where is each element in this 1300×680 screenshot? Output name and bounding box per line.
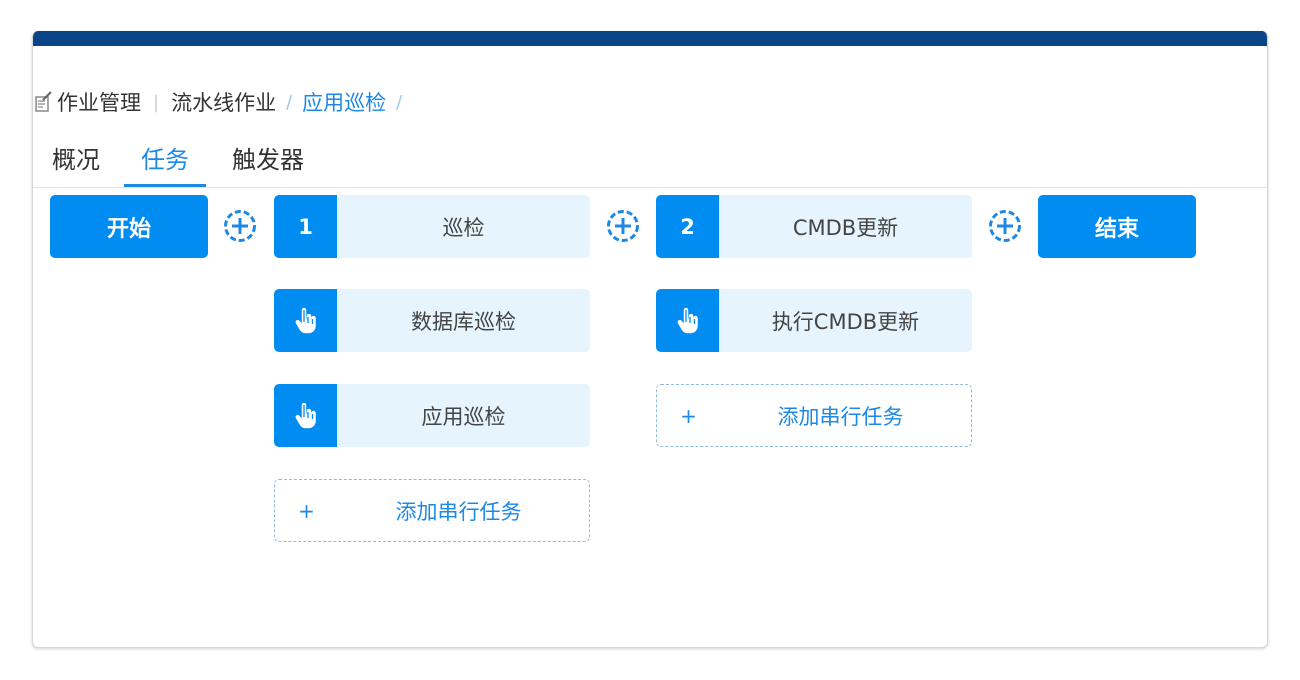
breadcrumb-item-job-management[interactable]: 作业管理 xyxy=(57,87,141,117)
add-stage-plus-icon[interactable] xyxy=(606,209,640,243)
hand-pointer-icon xyxy=(274,384,337,447)
stage-1-header[interactable]: 1 巡检 xyxy=(274,195,590,258)
start-node: 开始 xyxy=(50,195,208,258)
panel-top-bar xyxy=(33,31,1267,46)
task-item[interactable]: 执行CMDB更新 xyxy=(656,289,972,352)
tab-bar: 概况 任务 触发器 xyxy=(33,131,1267,188)
tab-triggers[interactable]: 触发器 xyxy=(229,143,307,187)
plus-icon: + xyxy=(680,403,697,428)
breadcrumb: 作业管理 | 流水线作业 / 应用巡检 / xyxy=(33,89,412,115)
stage-1-name: 巡检 xyxy=(442,215,485,240)
breadcrumb-slash: / xyxy=(286,91,293,113)
hand-pointer-icon xyxy=(656,289,719,352)
breadcrumb-item-pipeline-jobs[interactable]: 流水线作业 xyxy=(171,87,276,117)
add-serial-task-button[interactable]: + 添加串行任务 xyxy=(656,384,972,447)
tab-tasks[interactable]: 任务 xyxy=(124,143,206,187)
tab-overview[interactable]: 概况 xyxy=(50,143,102,187)
plus-icon: + xyxy=(298,498,315,523)
add-stage-plus-icon[interactable] xyxy=(988,209,1022,243)
breadcrumb-slash-trailing: / xyxy=(396,91,403,113)
stage-2-header[interactable]: 2 CMDB更新 xyxy=(656,195,972,258)
task-label: 应用巡检 xyxy=(421,404,506,429)
breadcrumb-separator: | xyxy=(153,91,160,113)
stage-2-name: CMDB更新 xyxy=(792,215,899,240)
add-serial-task-button[interactable]: + 添加串行任务 xyxy=(274,479,590,542)
stage-2-number: 2 xyxy=(656,195,719,258)
add-stage-plus-icon[interactable] xyxy=(223,209,257,243)
task-label: 数据库巡检 xyxy=(411,309,516,334)
add-serial-task-label: 添加串行任务 xyxy=(777,404,904,429)
pipeline-panel: 作业管理 | 流水线作业 / 应用巡检 / 概况 任务 触发器 开始 1 巡检 … xyxy=(32,31,1268,648)
end-node: 结束 xyxy=(1038,195,1196,258)
task-label: 执行CMDB更新 xyxy=(771,309,920,334)
breadcrumb-item-app-inspection[interactable]: 应用巡检 xyxy=(302,87,386,117)
document-pen-icon xyxy=(33,91,53,113)
hand-pointer-icon xyxy=(274,289,337,352)
task-item[interactable]: 应用巡检 xyxy=(274,384,590,447)
add-serial-task-label: 添加串行任务 xyxy=(395,499,522,524)
stage-1-number: 1 xyxy=(274,195,337,258)
task-item[interactable]: 数据库巡检 xyxy=(274,289,590,352)
